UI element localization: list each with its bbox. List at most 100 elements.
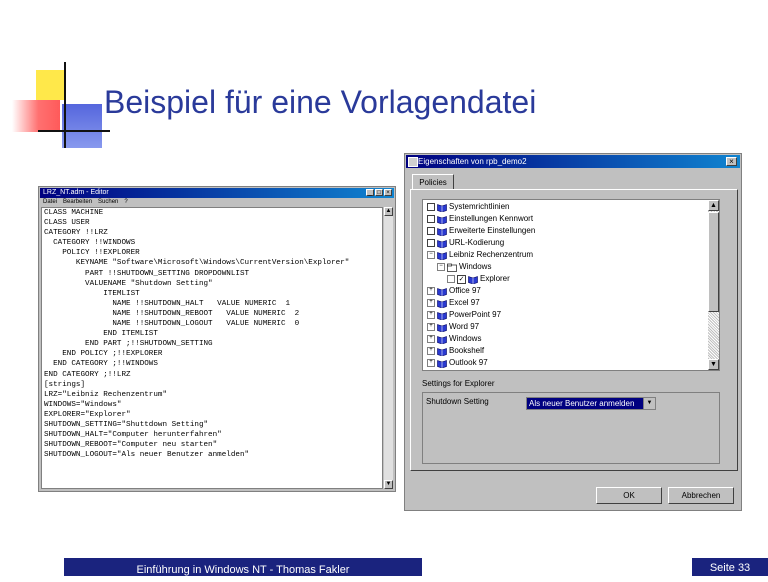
tree-expander-icon[interactable]: + [427, 311, 435, 319]
tree-expander-icon[interactable]: + [427, 347, 435, 355]
menu-help[interactable]: ? [124, 198, 127, 206]
editor-text-area[interactable]: CLASS MACHINE CLASS USER CATEGORY !!LRZ CA… [41, 207, 383, 489]
slide-title: Beispiel für eine Vorlagendatei [104, 84, 537, 120]
maximize-button[interactable]: □ [375, 189, 383, 196]
tree-expander-icon[interactable] [427, 227, 435, 235]
tree-item-label: Bookshelf [449, 346, 485, 355]
menu-file[interactable]: Datei [43, 198, 57, 206]
footer-bar: Einführung in Windows NT - Thomas Fakler [64, 558, 422, 576]
tree-expander-icon[interactable]: + [427, 287, 435, 295]
tree-item[interactable]: URL-Kodierung [427, 237, 504, 249]
code-line: LRZ="Leibniz Rechenzentrum" [44, 390, 168, 399]
book-icon [437, 335, 447, 344]
code-line: CLASS USER [44, 219, 90, 228]
tree-expander-icon[interactable] [427, 239, 435, 247]
tree-item[interactable]: ✓ Explorer [447, 273, 510, 285]
editor-scrollbar[interactable]: ▲ ▼ [384, 207, 393, 489]
code-line: [strings] [44, 380, 86, 389]
code-line: ITEMLIST [44, 289, 140, 298]
dialog-title: Eigenschaften von rpb_demo2 [418, 157, 527, 166]
code-line: PART !!SHUTDOWN_SETTING DROPDOWNLIST [44, 269, 250, 278]
code-line: CATEGORY !!WINDOWS [44, 239, 136, 248]
code-line: NAME !!SHUTDOWN_HALT VALUE NUMERIC 1 [44, 299, 291, 308]
tree-item[interactable]: − Windows [437, 261, 491, 273]
code-line: CLASS MACHINE [44, 209, 104, 217]
footer-text: Einführung in Windows NT - Thomas Fakler [136, 564, 350, 576]
tree-item-label: Leibniz Rechenzentrum [449, 250, 534, 259]
book-icon [437, 299, 447, 308]
minimize-button[interactable]: _ [366, 189, 374, 196]
tree-expander-icon[interactable]: + [427, 335, 435, 343]
tree-item[interactable]: + Word 97 [427, 321, 479, 333]
tree-scrollbar[interactable]: ▲ ▼ [708, 200, 719, 370]
tree-expander-icon[interactable] [447, 275, 455, 283]
code-line: SHUTDOWN_SETTING="Shuttdown Setting" [44, 420, 209, 429]
menu-edit[interactable]: Bearbeiten [63, 198, 92, 206]
tree-item-label: URL-Kodierung [449, 238, 505, 247]
code-line: SHUTDOWN_HALT="Computer herunterfahren" [44, 431, 222, 440]
code-line: END PART ;!!SHUTDOWN_SETTING [44, 340, 213, 349]
tree-item[interactable]: + Office 97 [427, 285, 481, 297]
chevron-down-icon[interactable]: ▼ [643, 398, 655, 409]
code-line: POLICY !!EXPLORER [44, 249, 140, 258]
policy-tree[interactable]: Systemrichtlinien Einstellungen Kennwort E… [422, 199, 720, 371]
tree-expander-icon[interactable]: − [437, 263, 445, 271]
scroll-up-icon[interactable]: ▲ [384, 207, 393, 216]
tree-item-label: Systemrichtlinien [449, 202, 510, 211]
book-icon [437, 311, 447, 320]
settings-label: Settings for Explorer [422, 379, 495, 388]
tree-expander-icon[interactable] [427, 203, 435, 211]
code-line: END CATEGORY ;!!LRZ [44, 370, 131, 379]
tab-policies[interactable]: Policies [412, 174, 454, 190]
book-icon [437, 203, 447, 212]
book-icon [468, 275, 478, 284]
dialog-close-button[interactable]: × [726, 157, 737, 166]
tree-expander-icon[interactable]: + [427, 359, 435, 367]
tree-item-label: Erweiterte Einstellungen [449, 226, 536, 235]
close-button[interactable]: × [384, 189, 392, 196]
tree-expander-icon[interactable]: + [427, 323, 435, 331]
editor-titlebar: LRZ_NT.adm - Editor _ □ × [40, 188, 394, 198]
book-icon [437, 239, 447, 248]
code-line: EXPLORER="Explorer" [44, 410, 131, 419]
tree-scroll-up-icon[interactable]: ▲ [708, 200, 719, 211]
ok-button[interactable]: OK [596, 487, 662, 504]
dialog-titlebar: Eigenschaften von rpb_demo2 × [406, 155, 740, 168]
code-line: NAME !!SHUTDOWN_REBOOT VALUE NUMERIC 2 [44, 309, 300, 318]
tree-item[interactable]: + Excel 97 [427, 297, 480, 309]
tree-item[interactable]: + Windows [427, 333, 481, 345]
menu-search[interactable]: Suchen [98, 198, 118, 206]
code-line: VALUENAME "Shutdown Setting" [44, 279, 213, 288]
code-line: KEYNAME "Software\Microsoft\Windows\Curr… [44, 259, 350, 268]
book-icon [437, 323, 447, 332]
page-number: Seite 33 [692, 558, 768, 576]
tree-item[interactable]: + Bookshelf [427, 345, 484, 357]
tree-expander-icon[interactable] [427, 215, 435, 223]
scroll-down-icon[interactable]: ▼ [384, 480, 393, 489]
shutdown-setting-dropdown[interactable]: Als neuer Benutzer anmelden ▼ [526, 397, 656, 410]
book-icon [437, 359, 447, 368]
tree-item-label: Excel 97 [449, 298, 480, 307]
tree-scroll-thumb[interactable] [708, 212, 719, 312]
cancel-button[interactable]: Abbrechen [668, 487, 734, 504]
book-icon [437, 227, 447, 236]
setting-name-label: Shutdown Setting [426, 397, 489, 406]
tree-scroll-down-icon[interactable]: ▼ [708, 359, 719, 370]
code-line: END CATEGORY ;!!WINDOWS [44, 360, 158, 369]
code-line: CATEGORY !!LRZ [44, 229, 108, 238]
code-line: END POLICY ;!!EXPLORER [44, 350, 163, 359]
book-icon [437, 215, 447, 224]
tree-item-label: Einstellungen Kennwort [449, 214, 534, 223]
checkbox-checked-icon[interactable]: ✓ [457, 274, 466, 284]
editor-window: LRZ_NT.adm - Editor _ □ × Datei Bearbeit… [38, 186, 396, 492]
tree-item[interactable]: Systemrichtlinien [427, 201, 509, 213]
tree-item[interactable]: Einstellungen Kennwort [427, 213, 533, 225]
tree-expander-icon[interactable]: − [427, 251, 435, 259]
tree-item[interactable]: − Leibniz Rechenzentrum [427, 249, 533, 261]
code-line: NAME !!SHUTDOWN_LOGOUT VALUE NUMERIC 0 [44, 320, 300, 329]
tree-expander-icon[interactable]: + [427, 299, 435, 307]
tree-item[interactable]: Erweiterte Einstellungen [427, 225, 535, 237]
tree-item[interactable]: + Outlook 97 [427, 357, 488, 369]
tree-item[interactable]: + PowerPoint 97 [427, 309, 501, 321]
tree-item-label: Office 97 [449, 286, 481, 295]
